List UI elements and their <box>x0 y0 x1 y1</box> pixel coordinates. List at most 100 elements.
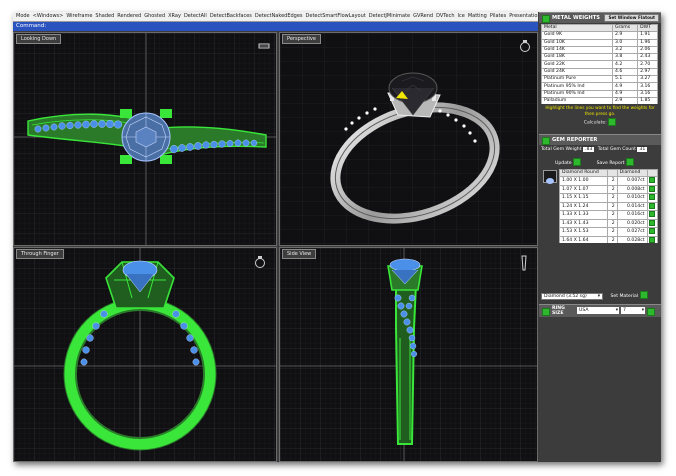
table-row[interactable]: Gold 24K 4.6 2.97 <box>541 67 658 77</box>
table-cell: 3.2 <box>611 45 639 55</box>
table-row[interactable]: 1.33 X 1.33 2 0.016ct <box>559 210 658 220</box>
material-select[interactable]: Diamond (3.52 sg) ▾ <box>541 292 603 300</box>
table-row[interactable]: Platinum Pure 5.1 3.27 <box>541 75 658 84</box>
column-header[interactable] <box>607 169 618 178</box>
table-row[interactable]: Gold 18K 3.8 2.43 <box>541 53 658 62</box>
set-material-button[interactable] <box>639 291 648 299</box>
table-row[interactable]: 1.07 X 1.07 2 0.008ct <box>559 184 658 195</box>
table-row[interactable]: Gold 14K 3.2 2.06 <box>541 45 658 55</box>
toolbar-item[interactable]: Ghosted <box>144 13 165 19</box>
toolbar-item[interactable]: Ice <box>458 13 465 19</box>
viewport-perspective[interactable]: Perspective <box>279 32 538 246</box>
table-cell: 0.020ct <box>616 218 648 229</box>
row-select-button[interactable] <box>648 194 655 201</box>
row-select-cell <box>646 176 658 186</box>
toolbar-item[interactable]: DetectNakedEdges <box>255 13 303 19</box>
table-row[interactable]: 1.64 X 1.64 2 0.028ct <box>559 235 658 243</box>
toolbar-item[interactable]: Matting <box>468 13 487 19</box>
row-select-button[interactable] <box>648 211 655 218</box>
toolbar-item[interactable]: Mode <box>16 13 30 19</box>
toolbar-item[interactable]: Pilates <box>490 13 506 19</box>
total-gem-weight-value: .83 <box>582 147 595 152</box>
column-header[interactable]: Diamond Round <box>559 169 609 178</box>
gem-preview-thumbnail <box>543 170 557 184</box>
ring-side-icon[interactable] <box>519 255 529 271</box>
viewport-label[interactable]: Through Finger <box>16 249 64 259</box>
perspective-icon[interactable] <box>519 39 531 53</box>
row-select-button[interactable] <box>648 177 655 184</box>
viewport-label[interactable]: Side View <box>282 249 317 259</box>
table-cell: 4.2 <box>611 60 639 69</box>
collapse-icon[interactable] <box>542 308 550 316</box>
toolbar-item[interactable]: DetectJMinimate <box>369 13 410 19</box>
command-line[interactable]: Command: <box>13 22 538 31</box>
row-select-button[interactable] <box>648 236 655 243</box>
total-gem-count-value: 31 <box>637 147 648 152</box>
collapse-icon[interactable] <box>542 15 550 23</box>
top-view-icon[interactable] <box>258 42 270 50</box>
row-select-button[interactable] <box>648 228 655 235</box>
table-row[interactable]: 1.24 X 1.24 2 0.014ct <box>559 201 658 212</box>
ring-size-header[interactable]: RING SIZE USA ▾ 7 ▾ <box>539 304 661 317</box>
toolbar-item[interactable]: <Windows> <box>33 13 64 19</box>
table-row[interactable]: Platinum 90% Ind 4.9 3.16 <box>541 89 658 98</box>
toolbar-item[interactable]: Wireframe <box>66 13 92 19</box>
total-gem-weight-label: Total Gem Weight <box>541 147 582 152</box>
table-row[interactable]: Gold 9K 2.9 1.91 <box>541 31 658 40</box>
toolbar-item[interactable]: DetectBackfaces <box>210 13 252 19</box>
calculate-button[interactable] <box>608 118 617 126</box>
toolbar-item[interactable]: XRay <box>168 13 181 19</box>
table-row[interactable]: Gold 22K 4.2 2.70 <box>541 60 658 69</box>
table-row[interactable]: 1.43 X 1.43 2 0.020ct <box>559 218 658 229</box>
table-cell: 1.24 X 1.24 <box>559 201 609 212</box>
table-cell: Gold 18K <box>541 53 613 62</box>
table-cell: 1.96 <box>637 38 658 47</box>
viewport-side-view[interactable]: Side View <box>279 247 538 462</box>
set-window-flatout-button[interactable]: Set Window Flatout <box>604 14 659 22</box>
viewport-looking-down[interactable]: Looking Down <box>13 32 277 246</box>
viewport-label[interactable]: Perspective <box>282 34 321 44</box>
metal-weights-table[interactable]: Metal Grams DWT Gold 9K 2.9 1.91 Gold 10K 3.0 1… <box>541 24 658 104</box>
row-select-button[interactable] <box>648 219 655 226</box>
gem-reporter-header[interactable]: GEM REPORTER <box>539 134 661 145</box>
chevron-down-icon: ▾ <box>615 308 618 313</box>
row-select-button[interactable] <box>648 202 655 209</box>
toolbar-item[interactable]: DetectSmartFlowLayout <box>306 13 366 19</box>
update-button[interactable] <box>573 158 582 166</box>
column-header[interactable]: Metal <box>541 24 613 33</box>
gem-actions-row: Update Save Report <box>539 158 661 166</box>
table-cell: 5.1 <box>611 75 639 84</box>
toolbar-item[interactable]: DVTech <box>436 13 454 19</box>
table-cell: Platinum 95% Ind <box>541 82 613 91</box>
gem-table[interactable]: Diamond Round Diamond 1.00 X 1.00 2 0.007ct… <box>559 169 658 243</box>
perspective-canvas <box>280 33 537 245</box>
toolbar-item[interactable]: GVRend <box>413 13 433 19</box>
table-row[interactable]: Platinum 95% Ind 4.9 3.16 <box>541 82 658 91</box>
column-header[interactable]: Diamond <box>616 169 648 178</box>
ring-size-apply-button[interactable] <box>647 308 655 316</box>
column-header[interactable]: Grams <box>611 24 639 33</box>
ring-size-title: RING SIZE <box>552 306 565 316</box>
save-report-button[interactable] <box>626 158 635 166</box>
table-cell: 2 <box>607 184 618 195</box>
table-cell: 1.15 X 1.15 <box>559 193 609 203</box>
metal-weights-header[interactable]: METAL WEIGHTS Set Window Flatout <box>539 12 661 23</box>
ring-front-icon[interactable] <box>254 255 266 269</box>
collapse-icon[interactable] <box>542 137 550 145</box>
viewport-label[interactable]: Looking Down <box>16 34 62 44</box>
table-row[interactable]: 1.53 X 1.53 2 0.027ct <box>559 227 658 237</box>
ring-size-region-select[interactable]: USA ▾ <box>577 307 619 314</box>
toolbar-item[interactable]: DetectAll <box>184 13 207 19</box>
table-cell: 3.27 <box>637 75 658 84</box>
toolbar-item[interactable]: Presentation <box>509 13 538 19</box>
table-row[interactable]: Gold 10K 3.0 1.96 <box>541 38 658 47</box>
table-row[interactable]: Palladium 2.9 1.85 <box>541 96 658 104</box>
column-header[interactable]: DWT <box>637 24 658 33</box>
viewport-through-finger[interactable]: Through Finger <box>13 247 277 462</box>
toolbar-item[interactable]: Rendered <box>117 13 141 19</box>
ring-size-value-select[interactable]: 7 ▾ <box>621 307 645 314</box>
table-row[interactable]: 1.15 X 1.15 2 0.010ct <box>559 193 658 203</box>
row-select-button[interactable] <box>648 185 655 192</box>
toolbar-item[interactable]: Shaded <box>95 13 114 19</box>
table-row[interactable]: 1.00 X 1.00 2 0.007ct <box>559 176 658 186</box>
